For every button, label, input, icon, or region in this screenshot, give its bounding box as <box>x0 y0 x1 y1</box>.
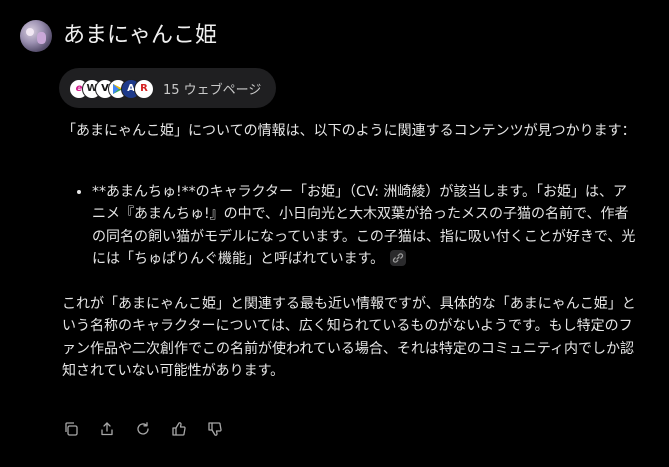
answer-body: 「あまにゃんこ姫」についての情報は、以下のように関連するコンテンツが見つかります… <box>62 120 637 383</box>
answer-bullet-list: **あまんちゅ!**のキャラクター「お姫」（CV: 洲崎綾）が該当します。「お姫… <box>62 181 637 271</box>
regenerate-icon[interactable] <box>134 420 152 438</box>
thumbs-up-icon[interactable] <box>170 420 188 438</box>
answer-conclusion: これが「あまにゃんこ姫」と関連する最も近い情報ですが、具体的な「あまにゃんこ姫」… <box>62 295 636 380</box>
citation-link-icon[interactable] <box>390 250 407 266</box>
sources-button[interactable]: e W V A R 15 ウェブページ <box>59 68 276 108</box>
sources-label: 15 ウェブページ <box>163 82 262 98</box>
source-favicons: e W V A R <box>69 75 159 101</box>
thumbs-down-icon[interactable] <box>206 420 224 438</box>
avatar <box>20 20 52 52</box>
answer-intro: 「あまにゃんこ姫」についての情報は、以下のように関連するコンテンツが見つかります… <box>62 123 636 139</box>
copy-icon[interactable] <box>62 420 80 438</box>
message-actions <box>62 420 224 438</box>
list-item: **あまんちゅ!**のキャラクター「お姫」（CV: 洲崎綾）が該当します。「お姫… <box>92 181 637 271</box>
share-icon[interactable] <box>98 420 116 438</box>
page-title: あまにゃんこ姫 <box>63 23 218 48</box>
r-site-favicon-icon: R <box>134 79 154 99</box>
bullet-text: **あまんちゅ!**のキャラクター「お姫」（CV: 洲崎綾）が該当します。「お姫… <box>92 183 636 268</box>
